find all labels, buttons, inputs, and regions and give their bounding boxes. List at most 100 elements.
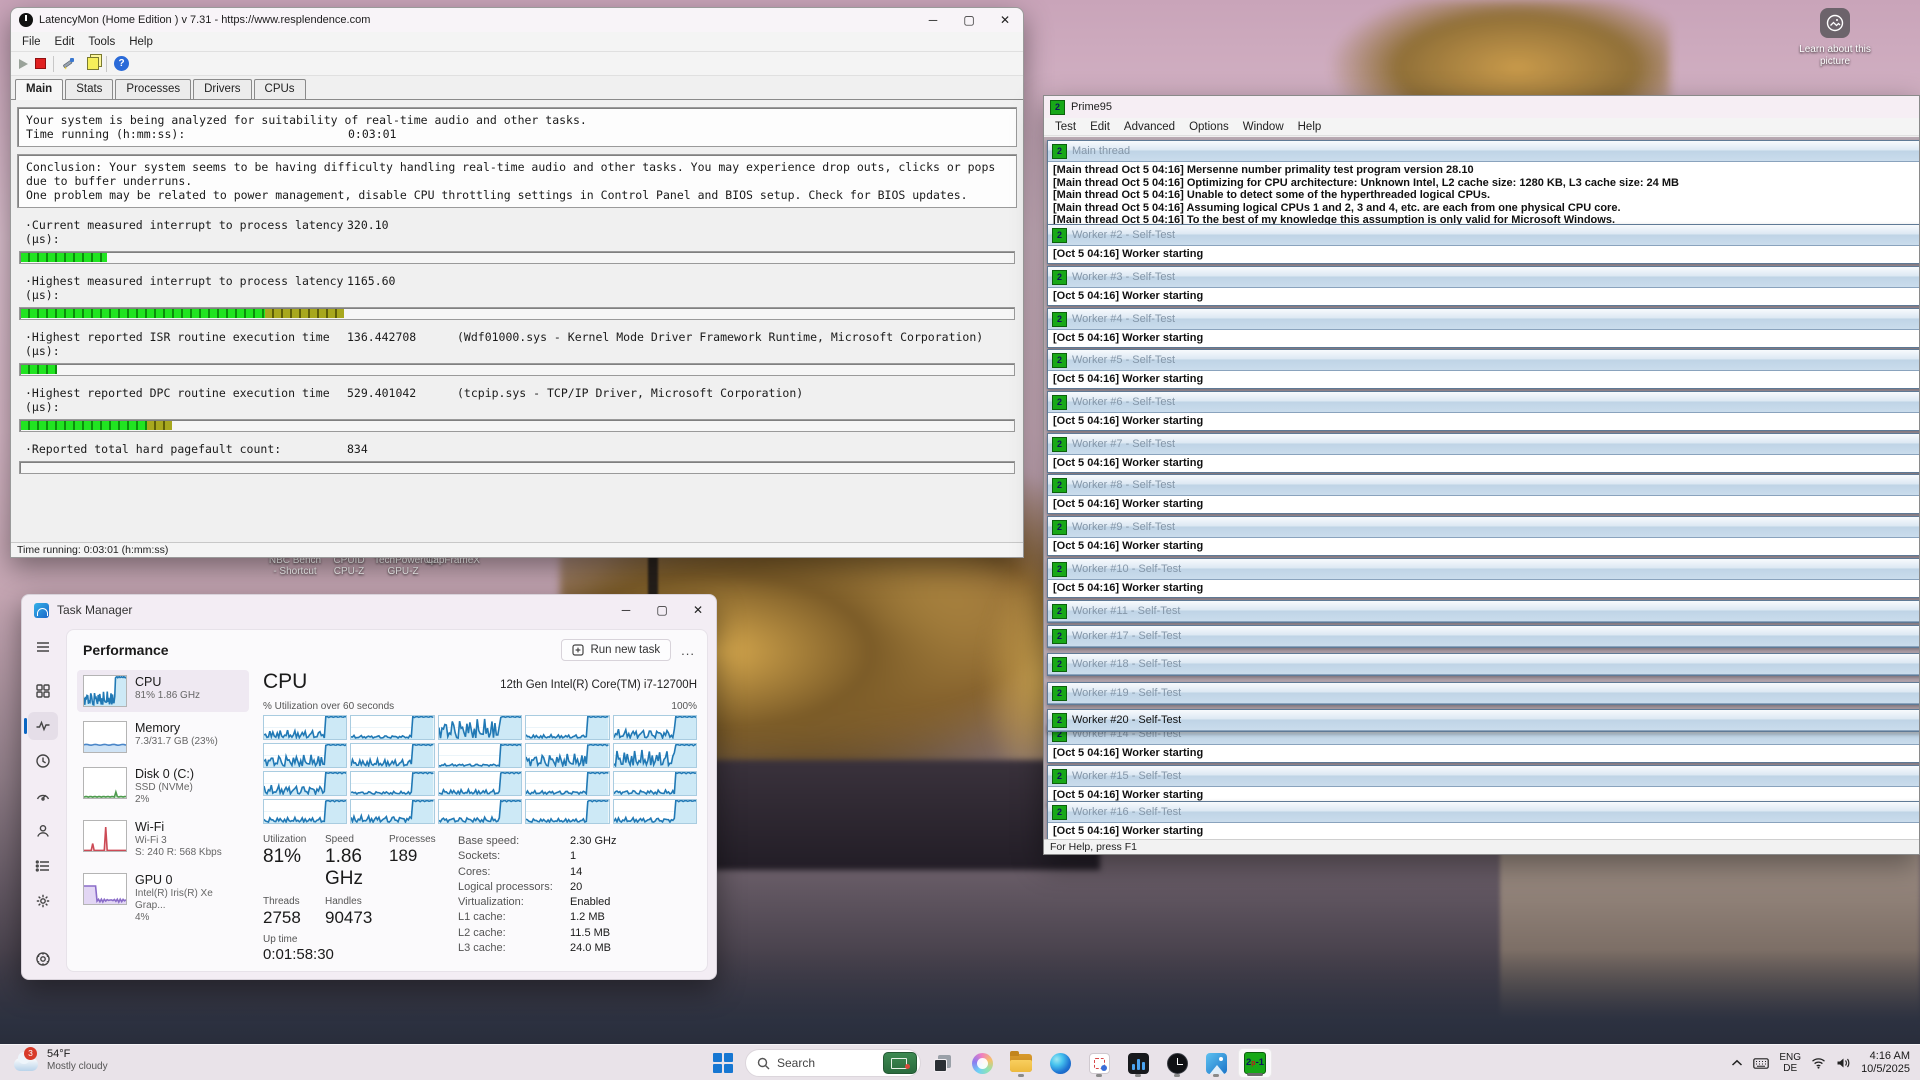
touch-keyboard-icon[interactable] bbox=[1753, 1058, 1769, 1069]
rail-startup-apps-button[interactable] bbox=[28, 782, 58, 810]
photos-app-button[interactable] bbox=[1199, 1048, 1233, 1078]
child-titlebar[interactable]: 2Worker #5 - Self-Test bbox=[1048, 350, 1919, 371]
rail-details-button[interactable] bbox=[28, 852, 58, 880]
tab-cpus[interactable]: CPUs bbox=[254, 79, 306, 99]
snipping-tool-button[interactable] bbox=[1082, 1048, 1116, 1078]
menu-item-edit[interactable]: Edit bbox=[48, 36, 82, 48]
sidebar-item-gpu[interactable]: GPU 0Intel(R) Iris(R) Xe Grap...4% bbox=[77, 868, 249, 929]
prime95-child-icon: 2 bbox=[1052, 437, 1067, 452]
sidebar-item-wifi[interactable]: Wi-FiWi-Fi 3S: 240 R: 568 Kbps bbox=[77, 815, 249, 864]
stat-label: Speed bbox=[325, 834, 389, 845]
metric-value: 320.10 bbox=[347, 218, 457, 246]
child-titlebar[interactable]: 2Worker #20 - Self-Test bbox=[1048, 710, 1919, 731]
run-new-task-button[interactable]: Run new task bbox=[561, 639, 671, 661]
close-button[interactable]: ✕ bbox=[680, 595, 716, 625]
clock-app-button[interactable] bbox=[1160, 1048, 1194, 1078]
minimize-button[interactable]: ─ bbox=[915, 8, 951, 32]
minimize-button[interactable]: ─ bbox=[608, 595, 644, 625]
child-titlebar[interactable]: 2Worker #9 - Self-Test bbox=[1048, 517, 1919, 538]
child-titlebar[interactable]: 2Worker #8 - Self-Test bbox=[1048, 475, 1919, 496]
benchmark-app-button[interactable] bbox=[1121, 1048, 1155, 1078]
close-button[interactable]: ✕ bbox=[987, 8, 1023, 32]
metric-bar-track bbox=[19, 251, 1015, 264]
child-log: [Oct 5 04:16] Worker starting bbox=[1048, 330, 1919, 347]
rail-menu-button[interactable] bbox=[28, 633, 58, 661]
sidebar-item-memory[interactable]: Memory7.3/31.7 GB (23%) bbox=[77, 716, 249, 758]
child-log: [Oct 5 04:16] Worker starting bbox=[1048, 745, 1919, 762]
search-highlight-icon[interactable] bbox=[883, 1052, 917, 1074]
menu-item-test[interactable]: Test bbox=[1048, 121, 1083, 133]
picture-icon[interactable] bbox=[1820, 8, 1850, 38]
rail-services-button[interactable] bbox=[28, 887, 58, 915]
menu-item-help[interactable]: Help bbox=[1291, 121, 1329, 133]
weather-widget[interactable]: 3 54°F Mostly cloudy bbox=[14, 1048, 108, 1073]
desktop-icon-label[interactable]: NBC Bench - Shortcut bbox=[266, 556, 324, 577]
menu-item-advanced[interactable]: Advanced bbox=[1117, 121, 1182, 133]
child-titlebar[interactable]: 2Worker #10 - Self-Test bbox=[1048, 559, 1919, 580]
child-titlebar[interactable]: 2Worker #19 - Self-Test bbox=[1048, 683, 1919, 704]
menu-item-help[interactable]: Help bbox=[122, 36, 160, 48]
copy-report-icon[interactable] bbox=[87, 57, 99, 70]
child-titlebar[interactable]: 2Worker #4 - Self-Test bbox=[1048, 309, 1919, 330]
menu-item-options[interactable]: Options bbox=[1182, 121, 1236, 133]
help-icon[interactable]: ? bbox=[114, 56, 129, 71]
rail-app-history-button[interactable] bbox=[28, 747, 58, 775]
rail-settings-button[interactable] bbox=[28, 945, 58, 973]
sidebar-item-cpu[interactable]: CPU81% 1.86 GHz bbox=[77, 670, 249, 712]
child-titlebar[interactable]: 2Worker #3 - Self-Test bbox=[1048, 267, 1919, 288]
play-button[interactable] bbox=[19, 59, 28, 69]
core-graph-20 bbox=[613, 799, 697, 824]
child-titlebar[interactable]: 2Main thread bbox=[1048, 141, 1919, 162]
tab-stats[interactable]: Stats bbox=[65, 79, 113, 99]
child-titlebar[interactable]: 2Worker #16 - Self-Test bbox=[1048, 802, 1919, 823]
menu-item-edit[interactable]: Edit bbox=[1083, 121, 1117, 133]
speaker-icon[interactable] bbox=[1836, 1057, 1851, 1069]
rail-performance-button[interactable] bbox=[28, 712, 58, 740]
rail-processes-button[interactable] bbox=[28, 677, 58, 705]
maximize-button[interactable]: ▢ bbox=[644, 595, 680, 625]
stop-button[interactable] bbox=[35, 58, 46, 69]
more-options-button[interactable]: ... bbox=[681, 643, 695, 658]
task-manager-titlebar[interactable]: Task Manager ─ ▢ ✕ bbox=[22, 595, 716, 625]
file-explorer-button[interactable] bbox=[1004, 1048, 1038, 1078]
wifi-icon[interactable] bbox=[1811, 1057, 1826, 1069]
log-line: [Oct 5 04:16] Worker starting bbox=[1053, 582, 1919, 595]
menu-item-file[interactable]: File bbox=[15, 36, 48, 48]
task-view-button[interactable] bbox=[926, 1048, 960, 1078]
child-titlebar[interactable]: 2Worker #2 - Self-Test bbox=[1048, 225, 1919, 246]
metric-bar-track bbox=[19, 419, 1015, 432]
search-box[interactable]: Search bbox=[745, 1049, 921, 1077]
tab-processes[interactable]: Processes bbox=[115, 79, 191, 99]
sidebar-item-disk[interactable]: Disk 0 (C:)SSD (NVMe)2% bbox=[77, 762, 249, 811]
stat-speed: Speed1.86 GHz bbox=[325, 834, 389, 890]
child-titlebar[interactable]: 2Worker #17 - Self-Test bbox=[1048, 626, 1919, 647]
start-button[interactable] bbox=[706, 1048, 740, 1078]
weather-temp: 54°F bbox=[47, 1048, 108, 1061]
prime95-taskbar-button[interactable]: 2p-1 bbox=[1238, 1048, 1272, 1078]
child-titlebar[interactable]: 2Worker #6 - Self-Test bbox=[1048, 392, 1919, 413]
child-titlebar[interactable]: 2Worker #18 - Self-Test bbox=[1048, 654, 1919, 675]
metric-row: ·Highest measured interrupt to process l… bbox=[17, 274, 1017, 307]
tray-chevron-icon[interactable] bbox=[1731, 1059, 1743, 1067]
copilot-button[interactable] bbox=[965, 1048, 999, 1078]
latencymon-titlebar[interactable]: LatencyMon (Home Edition ) v 7.31 - http… bbox=[11, 8, 1023, 32]
prime95-titlebar[interactable]: 2 Prime95 bbox=[1044, 96, 1919, 118]
child-titlebar[interactable]: 2Worker #7 - Self-Test bbox=[1048, 434, 1919, 455]
maximize-button[interactable]: ▢ bbox=[951, 8, 987, 32]
task-manager-card: Performance Run new task ... CPU81% 1.86… bbox=[66, 629, 708, 972]
edge-button[interactable] bbox=[1043, 1048, 1077, 1078]
spotlight-widget[interactable]: Learn about this picture bbox=[1799, 8, 1871, 68]
tab-drivers[interactable]: Drivers bbox=[193, 79, 251, 99]
menu-item-window[interactable]: Window bbox=[1236, 121, 1291, 133]
tools-icon[interactable] bbox=[61, 56, 77, 72]
stat-label: Up time bbox=[263, 934, 448, 945]
tab-main[interactable]: Main bbox=[15, 79, 63, 100]
menu-item-tools[interactable]: Tools bbox=[81, 36, 122, 48]
rail-users-button[interactable] bbox=[28, 817, 58, 845]
language-switcher[interactable]: ENGDE bbox=[1779, 1052, 1801, 1074]
desktop-icon-label[interactable]: CPUID CPU-Z bbox=[320, 556, 378, 577]
child-titlebar[interactable]: 2Worker #15 - Self-Test bbox=[1048, 766, 1919, 787]
clock-date[interactable]: 4:16 AM 10/5/2025 bbox=[1861, 1050, 1910, 1076]
child-titlebar[interactable]: 2Worker #11 - Self-Test bbox=[1048, 601, 1919, 622]
log-line: [Oct 5 04:16] Worker starting bbox=[1053, 825, 1919, 838]
